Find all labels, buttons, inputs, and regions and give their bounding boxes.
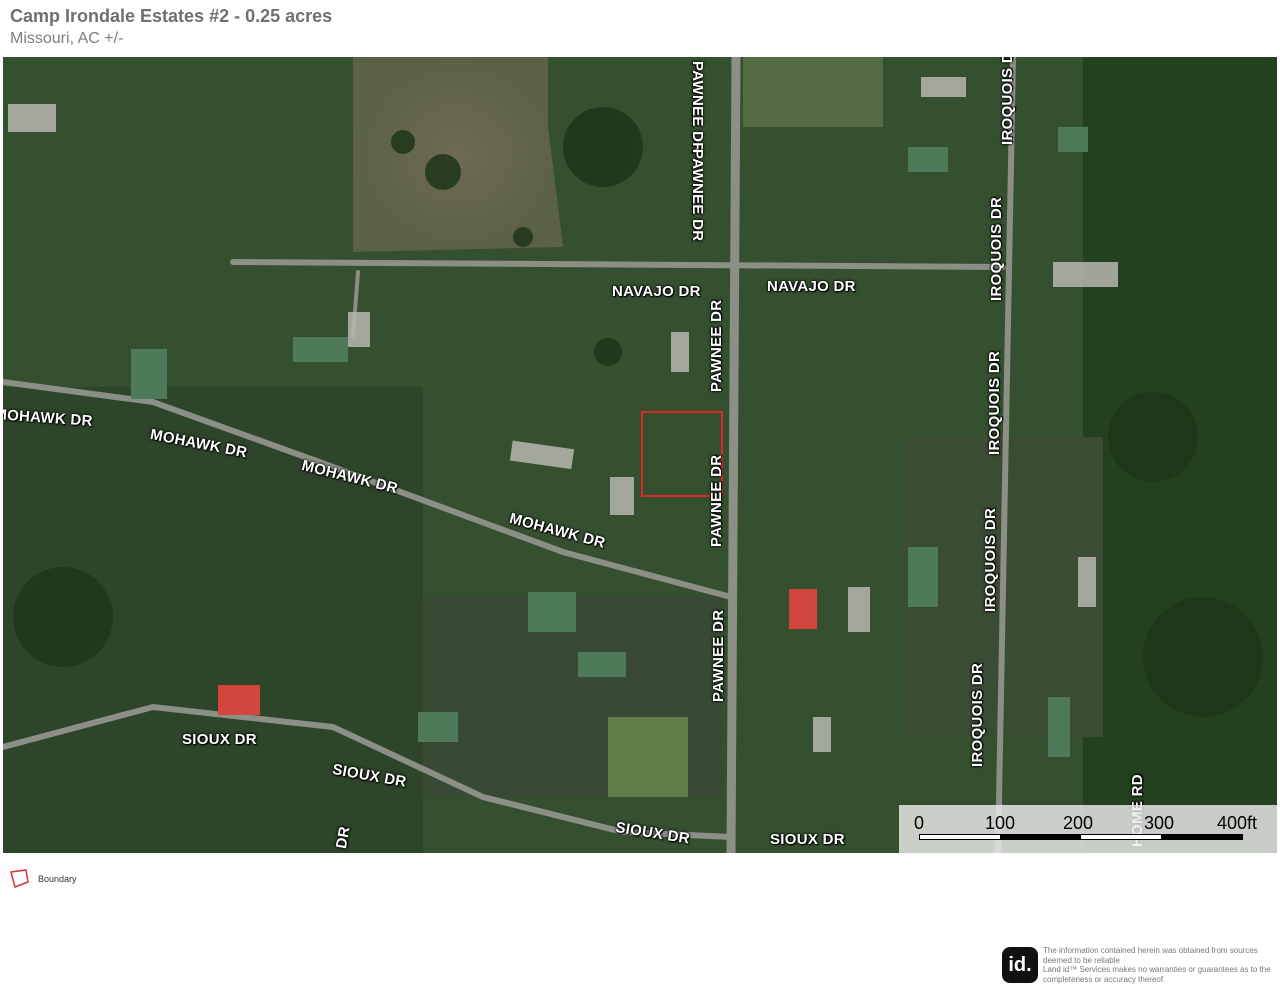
road-label: IROQUOIS DR bbox=[982, 507, 999, 612]
road-label: IROQUOIS DR bbox=[999, 57, 1016, 145]
scale-tick: 200 bbox=[1063, 813, 1094, 833]
satellite-map[interactable]: PAWNEE DR PAWNEE DR PAWNEE DR PAWNEE DR … bbox=[3, 57, 1277, 853]
scale-tick: 400ft bbox=[1217, 813, 1258, 833]
scale-segment bbox=[1161, 834, 1243, 840]
legend-label: Boundary bbox=[38, 874, 77, 884]
disclaimer-line: The information contained herein was obt… bbox=[1043, 946, 1258, 955]
road-label: SIOUX DR bbox=[182, 731, 257, 748]
road-label: PAWNEE DR bbox=[689, 149, 706, 242]
map-subtitle: Missouri, AC +/- bbox=[10, 30, 124, 47]
road-label: SIOUX DR bbox=[770, 831, 845, 848]
road-label: NAVAJO DR bbox=[612, 283, 701, 300]
scale-segment bbox=[1080, 834, 1162, 840]
scale-tick: 300 bbox=[1144, 813, 1175, 833]
boundary-polygon-icon bbox=[10, 869, 29, 888]
disclaimer-line: deemed to be reliable bbox=[1043, 955, 1120, 965]
scale-bar: 0 100 200 300 400ft bbox=[899, 805, 1277, 853]
road-label: PAWNEE DR bbox=[710, 609, 727, 702]
map-title: Camp Irondale Estates #2 - 0.25 acres bbox=[10, 6, 333, 26]
disclaimer-text: The information contained herein was obt… bbox=[1043, 946, 1279, 984]
scale-tick: 100 bbox=[985, 813, 1016, 833]
land-id-logo: id. bbox=[1002, 947, 1038, 983]
scale-segment bbox=[1000, 834, 1081, 840]
map-legend: Boundary bbox=[9, 869, 77, 894]
road-label: PAWNEE DR bbox=[708, 299, 725, 392]
road-label: PAWNEE DR bbox=[708, 454, 725, 547]
disclaimer-line: completeness or accuracy thereof. bbox=[1043, 974, 1166, 984]
road-label: NAVAJO DR bbox=[767, 278, 856, 295]
disclaimer-line: Land id™ Services makes no warranties or… bbox=[1043, 965, 1271, 974]
road-label: IROQUOIS DR bbox=[969, 662, 986, 767]
road-label: IROQUOIS DR bbox=[988, 196, 1005, 301]
scale-tick: 0 bbox=[914, 813, 925, 833]
scale-segment bbox=[919, 834, 1001, 840]
road-label: PAWNEE DR bbox=[689, 61, 706, 154]
road-label: IROQUOIS DR bbox=[986, 350, 1003, 455]
